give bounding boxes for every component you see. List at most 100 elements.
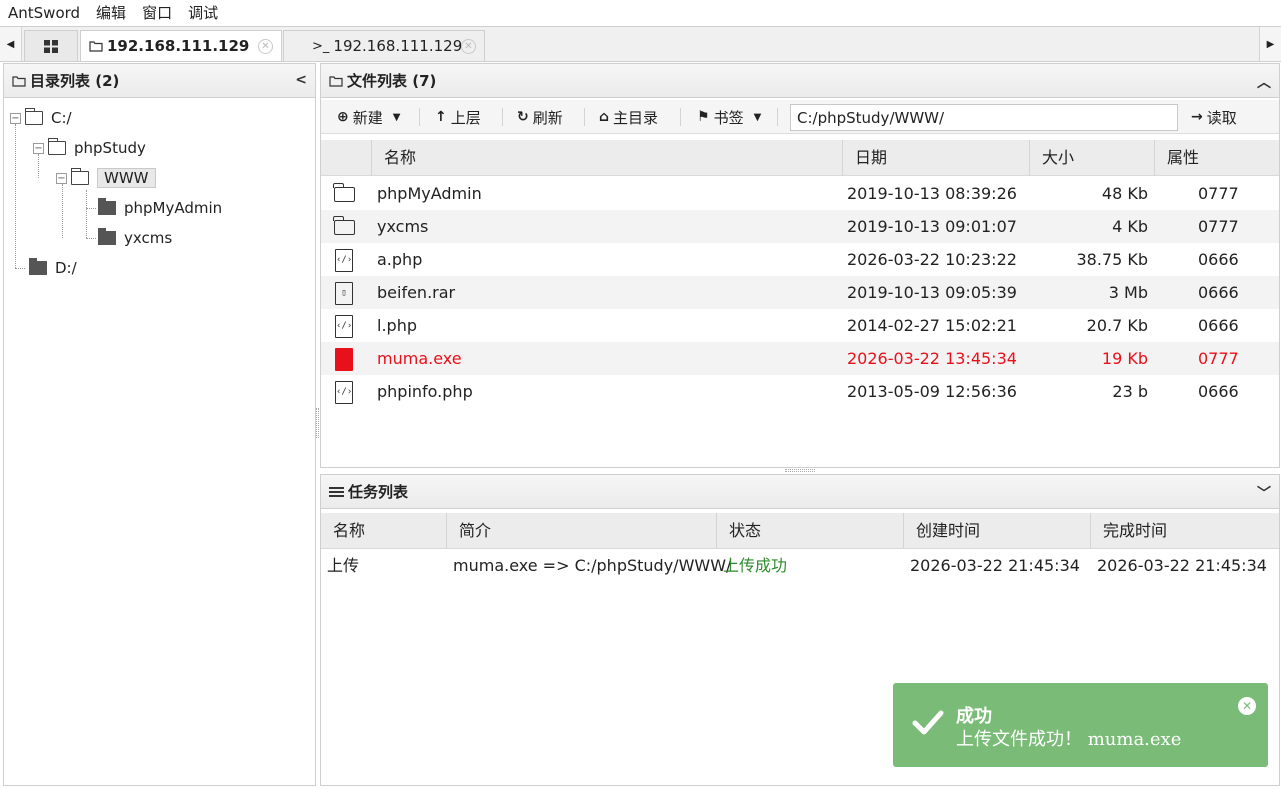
bookmark-label: 书签 — [713, 108, 744, 127]
table-row[interactable]: muma.exe 2026-03-22 13:45:34 19 Kb 0777 — [321, 342, 1279, 375]
column-name[interactable]: 名称 — [372, 140, 843, 176]
up-label: 上层 — [450, 108, 481, 127]
archive-file-icon: ▯ — [333, 281, 355, 305]
collapse-toggle-icon[interactable]: − — [33, 142, 44, 154]
file-name: a.php — [377, 250, 423, 269]
file-name: l.php — [377, 316, 417, 335]
file-attr: 0777 — [1198, 184, 1239, 203]
folder-open-icon — [48, 138, 66, 155]
file-size: 19 Kb — [1101, 349, 1148, 368]
file-date: 2026-03-22 10:23:22 — [847, 250, 1017, 269]
column-finished[interactable]: 完成时间 — [1091, 513, 1279, 549]
close-icon[interactable]: ✕ — [1238, 697, 1256, 715]
file-icon — [333, 347, 355, 371]
tree-node-phpmyadmin[interactable]: phpMyAdmin — [98, 196, 222, 220]
tab-close-icon[interactable]: ✕ — [461, 39, 476, 54]
file-date: 2019-10-13 09:01:07 — [847, 217, 1017, 236]
caret-down-icon: ▼ — [392, 111, 401, 123]
task-pane-header: 任务列表 ﹀ — [321, 475, 1279, 509]
tree-node-d[interactable]: D:/ — [29, 256, 77, 280]
column-size[interactable]: 大小 — [1030, 140, 1155, 176]
bookmark-icon: ⚑ — [697, 109, 710, 125]
table-row[interactable]: yxcms 2019-10-13 09:01:07 4 Kb 0777 — [321, 210, 1279, 243]
file-size: 38.75 Kb — [1076, 250, 1148, 269]
collapse-left-icon[interactable]: < — [295, 72, 307, 88]
tab-home[interactable] — [24, 30, 78, 61]
arrow-right-icon: → — [1191, 109, 1203, 125]
column-created[interactable]: 创建时间 — [904, 513, 1091, 549]
tab-scroll-right-icon[interactable]: ▶ — [1259, 27, 1281, 61]
home-button[interactable]: ⌂ 主目录 — [599, 104, 658, 130]
file-date: 2019-10-13 08:39:26 — [847, 184, 1017, 203]
collapse-toggle-icon[interactable]: − — [10, 112, 21, 124]
column-attr[interactable]: 属性 — [1155, 140, 1279, 176]
file-size: 3 Mb — [1108, 283, 1148, 302]
path-input[interactable] — [790, 104, 1178, 131]
tab-close-icon[interactable]: ✕ — [258, 39, 273, 54]
chevron-up-icon[interactable]: ︿ — [1257, 72, 1271, 92]
column-date[interactable]: 日期 — [843, 140, 1030, 176]
column-status[interactable]: 状态 — [717, 513, 904, 549]
tree-node-phpstudy[interactable]: − phpStudy — [33, 136, 146, 160]
tree-node-www[interactable]: − WWW — [56, 166, 156, 190]
plus-circle-icon: ⊕ — [337, 109, 349, 125]
tab-scroll-left-icon[interactable]: ◀ — [0, 27, 22, 61]
file-name: phpMyAdmin — [377, 184, 482, 203]
code-file-icon: ‹/› — [333, 380, 355, 404]
menu-debug[interactable]: 调试 — [180, 0, 226, 26]
task-pane-title: 任务列表 — [348, 483, 409, 501]
column-desc[interactable]: 简介 — [447, 513, 717, 549]
menu-antsword[interactable]: AntSword — [0, 0, 88, 26]
folder-icon — [98, 198, 116, 215]
refresh-icon: ↻ — [517, 109, 529, 125]
file-attr: 0777 — [1198, 217, 1239, 236]
directory-pane-header: 目录列表 (2) < — [4, 64, 315, 98]
task-status: 上传成功 — [723, 556, 788, 575]
file-attr: 0777 — [1198, 349, 1239, 368]
task-name: 上传 — [327, 556, 360, 575]
file-grid-header: 名称 日期 大小 属性 — [321, 140, 1279, 176]
tab-file-manager[interactable]: 192.168.111.129 ✕ — [80, 30, 282, 61]
folder-icon — [29, 258, 47, 275]
grid-icon — [44, 39, 58, 53]
folder-icon — [89, 41, 103, 52]
file-date: 2019-10-13 09:05:39 — [847, 283, 1017, 302]
tree-node-yxcms[interactable]: yxcms — [98, 226, 172, 250]
table-row[interactable]: 上传 muma.exe => C:/phpStudy/WWW/ 上传成功 202… — [321, 549, 1279, 582]
bookmark-button[interactable]: ⚑ 书签 ▼ — [697, 104, 761, 130]
home-label: 主目录 — [613, 108, 659, 127]
tree-node-label: phpMyAdmin — [124, 199, 223, 217]
file-attr: 0666 — [1198, 283, 1239, 302]
table-row[interactable]: ‹/› a.php 2026-03-22 10:23:22 38.75 Kb 0666 — [321, 243, 1279, 276]
horizontal-splitter[interactable] — [785, 469, 815, 472]
file-name: phpinfo.php — [377, 382, 473, 401]
refresh-button[interactable]: ↻ 刷新 — [517, 104, 563, 130]
file-date: 2026-03-22 13:45:34 — [847, 349, 1017, 368]
vertical-splitter[interactable] — [316, 408, 319, 438]
tab-terminal[interactable]: >_ 192.168.111.129 ✕ — [283, 30, 485, 61]
refresh-label: 刷新 — [532, 108, 563, 127]
table-row[interactable]: ▯ beifen.rar 2019-10-13 09:05:39 3 Mb 0666 — [321, 276, 1279, 309]
folder-open-icon — [25, 108, 43, 125]
chevron-down-icon[interactable]: ﹀ — [1257, 483, 1271, 503]
new-button[interactable]: ⊕ 新建 ▼ — [337, 104, 400, 130]
task-finished: 2026-03-22 21:45:34 — [1097, 556, 1267, 575]
file-name: beifen.rar — [377, 283, 456, 302]
table-row[interactable]: phpMyAdmin 2019-10-13 08:39:26 48 Kb 0777 — [321, 177, 1279, 210]
table-row[interactable]: ‹/› l.php 2014-02-27 15:02:21 20.7 Kb 0666 — [321, 309, 1279, 342]
terminal-icon: >_ — [312, 38, 330, 54]
column-name[interactable]: 名称 — [321, 513, 447, 549]
collapse-toggle-icon[interactable]: − — [56, 172, 67, 184]
menu-window[interactable]: 窗口 — [134, 0, 180, 26]
tab-bar: ◀ 192.168.111.129 ✕ >_ 192.168.111.129 ✕… — [0, 26, 1281, 62]
up-button[interactable]: ↑ 上层 — [435, 104, 481, 130]
menu-edit[interactable]: 编辑 — [88, 0, 134, 26]
tree-node-c[interactable]: − C:/ — [10, 106, 72, 130]
read-button[interactable]: → 读取 — [1191, 104, 1237, 130]
file-name: yxcms — [377, 217, 429, 236]
folder-icon — [329, 75, 343, 87]
code-file-icon: ‹/› — [333, 248, 355, 272]
table-row[interactable]: ‹/› phpinfo.php 2013-05-09 12:56:36 23 b 066… — [321, 375, 1279, 408]
folder-icon — [12, 75, 26, 87]
folder-icon — [333, 215, 355, 239]
